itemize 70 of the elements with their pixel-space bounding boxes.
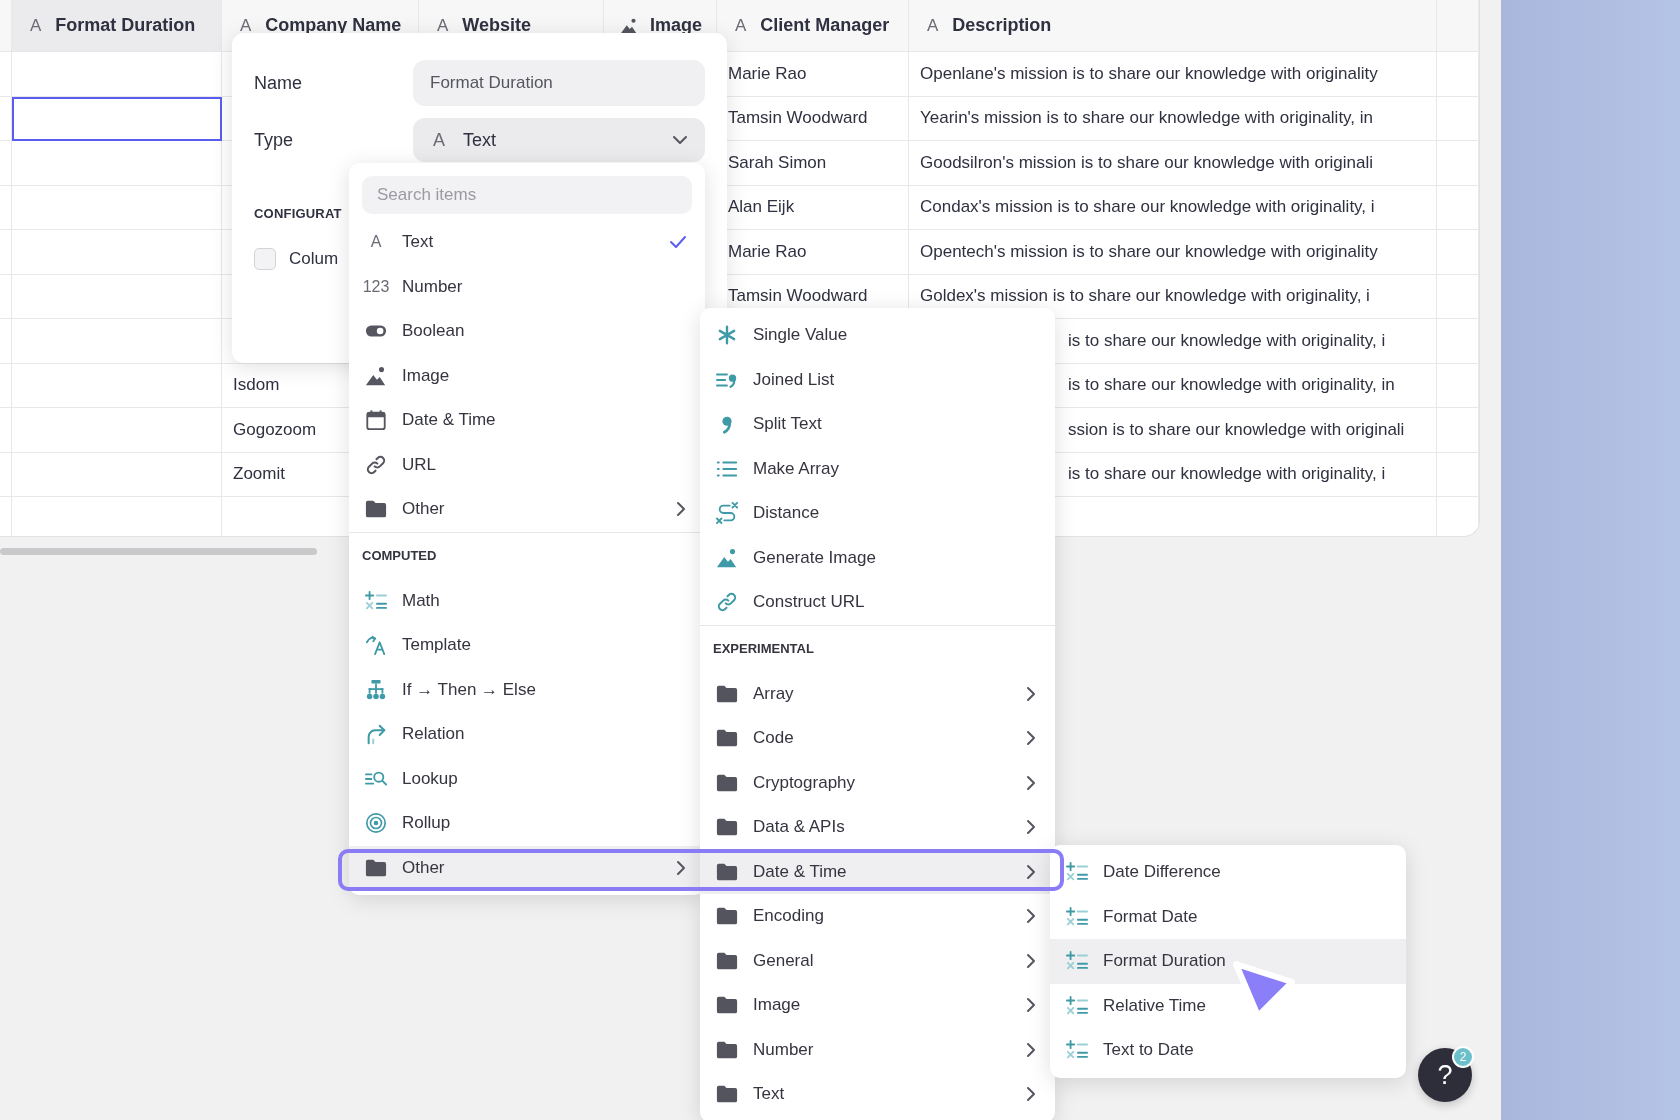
type-icon: A: [437, 15, 449, 36]
column-header[interactable]: A Format Duration: [12, 0, 222, 52]
menu-item[interactable]: Generate Image: [700, 535, 1055, 580]
search-field[interactable]: Search items: [362, 176, 692, 214]
cell-text: is to share our knowledge with originality, i: [1068, 464, 1386, 485]
type-icon: 123: [362, 277, 390, 296]
type-icon: A: [927, 15, 939, 36]
notification-badge: 2: [1452, 1046, 1474, 1068]
cell-text: Tamsin Woodward: [728, 286, 868, 307]
curved-arrow-icon: [365, 723, 387, 746]
cell-text: ssion is to share our knowledge with originali: [1068, 419, 1405, 440]
math-icon: [365, 589, 387, 612]
type-icon: A: [370, 233, 382, 252]
target-icon: [365, 812, 387, 835]
section-heading: EXPERIMENTAL: [713, 641, 814, 656]
image-icon: [716, 546, 738, 569]
cell-text: Goldex's mission is to share our knowledge with originality, i: [920, 286, 1370, 307]
caret-icon: [672, 135, 688, 145]
column-header[interactable]: A Client Manager: [717, 0, 909, 52]
section-heading: COMPUTED: [362, 548, 437, 563]
scrollbar[interactable]: [0, 548, 317, 555]
menu-item[interactable]: 123 Number: [349, 264, 705, 309]
menu-item[interactable]: Joined List: [700, 357, 1055, 402]
cell-text: Marie Rao: [728, 241, 807, 262]
menu-item[interactable]: Text: [700, 1072, 1055, 1117]
type-icon: A: [433, 129, 445, 151]
field-label: Type: [254, 129, 295, 151]
hierarchy-icon: [365, 678, 387, 701]
cell-text: Condax's mission is to share our knowledge with originality, i: [920, 197, 1375, 218]
type-select[interactable]: A Text: [413, 118, 705, 162]
menu-item[interactable]: Make Array: [700, 446, 1055, 491]
type-icon: A: [735, 15, 747, 36]
cell-text: Marie Rao: [728, 63, 807, 84]
calendar-icon: [365, 409, 387, 432]
cell-text: Opentech's mission is to share our knowledge with originality: [920, 241, 1378, 262]
math-icon: [1066, 994, 1088, 1017]
cell-text: Zoomit: [233, 464, 285, 485]
field-label: Name: [254, 72, 303, 94]
menu-item[interactable]: A Text: [349, 220, 705, 265]
cell-text: Sarah Simon: [728, 152, 827, 173]
cell-text: Gogozoom: [233, 419, 317, 440]
section-heading: CONFIGURAT: [254, 206, 343, 221]
menu-item[interactable]: Template: [349, 623, 705, 668]
menu-item[interactable]: Single Value: [700, 313, 1055, 358]
distance-icon: [716, 502, 738, 525]
link-icon: [365, 453, 387, 476]
menu-item[interactable]: Split Text: [700, 402, 1055, 447]
column-header[interactable]: A Description: [909, 0, 1437, 52]
cell-text: Openlane's mission is to share our knowledge with originality: [920, 63, 1378, 84]
name-field[interactable]: Format Duration: [413, 60, 705, 106]
image-icon: [365, 364, 387, 387]
checkbox[interactable]: [254, 248, 276, 270]
selected-cell[interactable]: [12, 96, 222, 141]
menu-item[interactable]: Format Duration: [1050, 939, 1406, 984]
math-icon: [1066, 905, 1088, 928]
template-icon: [365, 634, 387, 657]
menu-item[interactable]: Distance: [700, 491, 1055, 536]
checkbox-label: Colum: [289, 249, 339, 269]
cell-text: Goodsilron's mission is to share our knowledge with originali: [920, 152, 1373, 173]
link-icon: [716, 591, 738, 614]
asterisk-icon: [716, 324, 738, 347]
type-icon: A: [30, 15, 42, 36]
cell-text: Yearin's mission is to share our knowledge with originality, in: [920, 108, 1374, 129]
cell-text: is to share our knowledge with originality, in: [1068, 375, 1395, 396]
cell-text: Tamsin Woodward: [728, 108, 868, 129]
cell-text: is to share our knowledge with originality, i: [1068, 330, 1386, 351]
cell-text: Isdom: [233, 375, 280, 396]
image-icon: [620, 16, 638, 35]
type-icon: A: [240, 15, 252, 36]
cell-text: Alan Eijk: [728, 197, 795, 218]
